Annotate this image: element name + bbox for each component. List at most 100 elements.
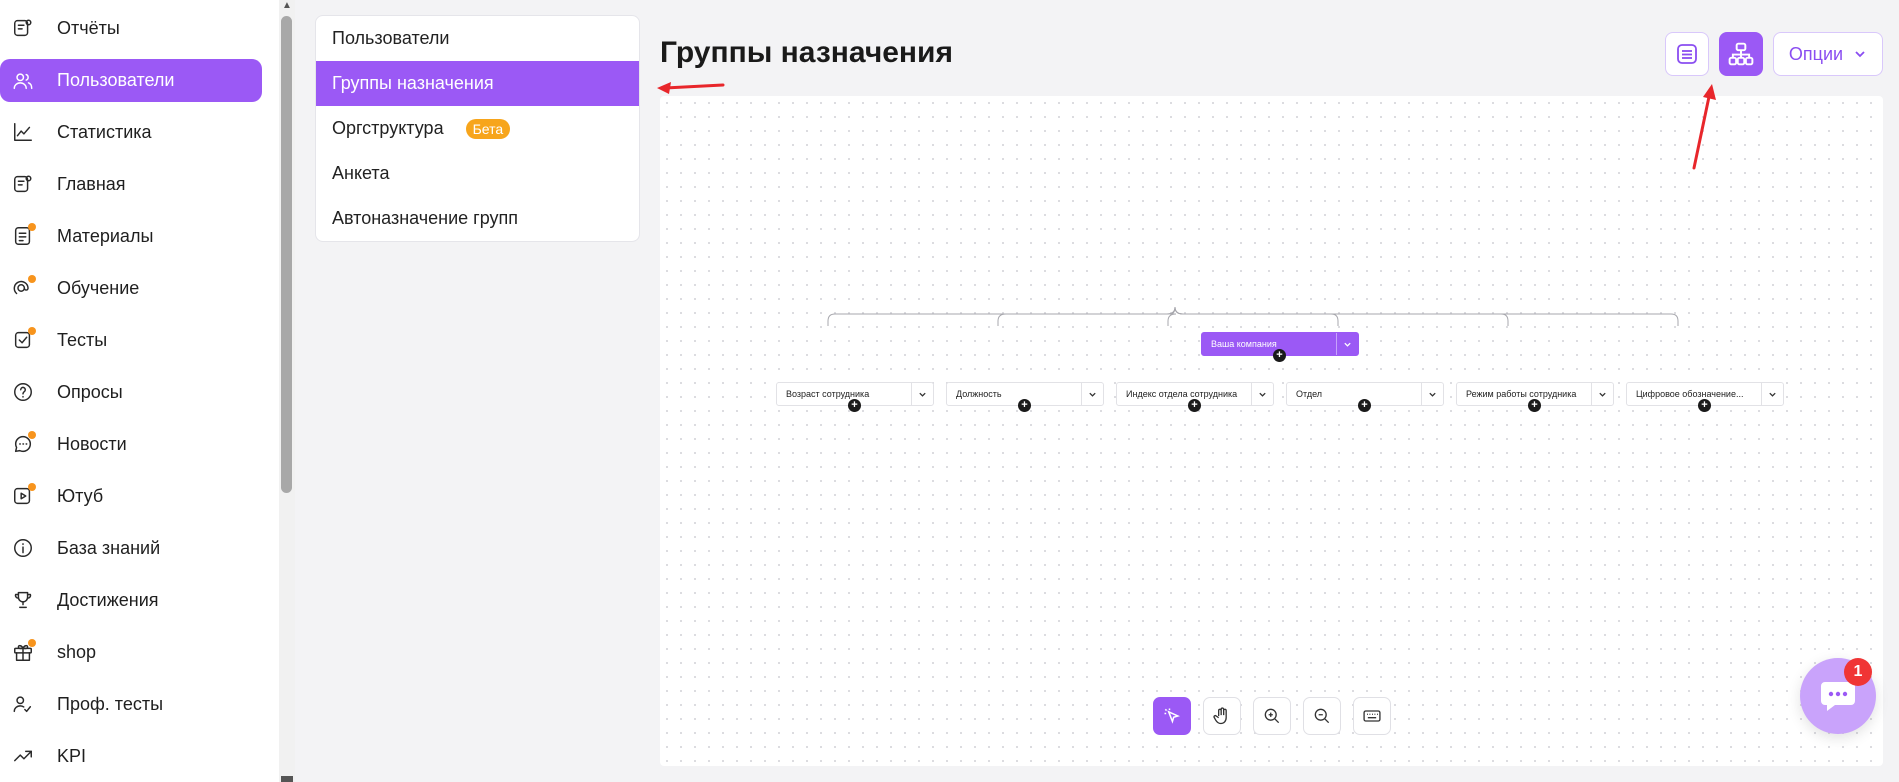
zoom-out-icon bbox=[1314, 708, 1330, 724]
scroll-up-arrow-icon[interactable]: ▲ bbox=[281, 0, 293, 12]
beta-badge: Бета bbox=[465, 118, 511, 139]
canvas-toolbar bbox=[1153, 697, 1391, 735]
sidebar-item-label: Главная bbox=[57, 173, 126, 194]
sidebar-item-label: Отчёты bbox=[57, 17, 120, 38]
sidebar-item-learning[interactable]: Обучение bbox=[0, 262, 262, 314]
sidebar-item-home[interactable]: Главная bbox=[0, 158, 262, 210]
pan-tool-button[interactable] bbox=[1203, 697, 1241, 735]
add-node-icon[interactable]: + bbox=[1188, 399, 1201, 412]
info-icon bbox=[12, 537, 34, 559]
sidebar-item-label: Ютуб bbox=[57, 485, 104, 506]
notification-dot bbox=[28, 639, 36, 647]
sidebar-item-report[interactable]: Отчёты bbox=[0, 2, 262, 54]
chevron-down-icon[interactable] bbox=[1251, 383, 1273, 405]
submenu-item-users[interactable]: Пользователи bbox=[316, 16, 639, 61]
users-icon bbox=[12, 70, 34, 92]
sidebar-item-label: Статистика bbox=[57, 121, 152, 142]
zoom-in-icon bbox=[1264, 708, 1280, 724]
submenu-item-assignment-groups[interactable]: Группы назначения bbox=[316, 61, 639, 106]
notification-dot bbox=[28, 275, 36, 283]
sidebar-nav: Отчёты Пользователи Статистика Главная Матер… bbox=[0, 2, 262, 782]
chat-notification-badge: 1 bbox=[1844, 658, 1872, 686]
list-view-button[interactable] bbox=[1665, 32, 1709, 76]
options-label: Опции bbox=[1788, 43, 1844, 64]
stats-icon bbox=[12, 121, 34, 143]
sidebar-item-label: Достижения bbox=[57, 589, 159, 610]
zoom-in-button[interactable] bbox=[1253, 697, 1291, 735]
scroll-down-arrow-icon[interactable] bbox=[281, 776, 293, 782]
chevron-down-icon[interactable] bbox=[1591, 383, 1613, 405]
sidebar-item-label: Тесты bbox=[57, 329, 108, 350]
list-view-icon bbox=[1677, 44, 1697, 64]
sidebar-item-gift[interactable]: shop bbox=[0, 626, 262, 678]
sidebar-item-youtube[interactable]: Ютуб bbox=[0, 470, 262, 522]
polls-icon bbox=[12, 381, 34, 403]
materials-icon bbox=[12, 223, 36, 247]
chevron-down-icon[interactable] bbox=[1421, 383, 1443, 405]
chevron-down-icon[interactable] bbox=[1761, 383, 1783, 405]
page-title: Группы назначения bbox=[660, 36, 953, 69]
trophy-icon bbox=[12, 589, 34, 611]
add-node-icon[interactable]: + bbox=[1358, 399, 1371, 412]
submenu-item-org-structure[interactable]: Оргструктура Бета bbox=[316, 106, 639, 151]
sidebar-item-label: Материалы bbox=[57, 225, 154, 246]
add-node-icon[interactable]: + bbox=[1273, 349, 1286, 362]
notification-dot bbox=[28, 431, 36, 439]
sidebar-item-label: shop bbox=[57, 641, 97, 662]
scrollbar-thumb[interactable] bbox=[281, 16, 292, 493]
sidebar: Отчёты Пользователи Статистика Главная Матер… bbox=[0, 0, 280, 782]
sidebar-item-label: Обучение bbox=[57, 277, 140, 298]
report-icon bbox=[12, 17, 34, 39]
submenu-item-auto-assign[interactable]: Автоназначение групп bbox=[316, 196, 639, 241]
sidebar-item-trophy[interactable]: Достижения bbox=[0, 574, 262, 626]
org-tree-icon bbox=[1728, 42, 1754, 66]
add-node-icon[interactable]: + bbox=[848, 399, 861, 412]
sidebar-item-polls[interactable]: Опросы bbox=[0, 366, 262, 418]
chevron-down-icon[interactable] bbox=[1081, 383, 1103, 405]
sidebar-item-label: Пользователи bbox=[57, 70, 175, 90]
notification-dot bbox=[28, 223, 36, 231]
submenu-item-questionnaire[interactable]: Анкета bbox=[316, 151, 639, 196]
kpi-icon bbox=[12, 745, 34, 767]
sidebar-item-label: База знаний bbox=[57, 537, 161, 558]
gift-icon bbox=[12, 639, 36, 663]
add-node-icon[interactable]: + bbox=[1698, 399, 1711, 412]
sidebar-item-news[interactable]: Новости bbox=[0, 418, 262, 470]
options-dropdown[interactable]: Опции bbox=[1773, 32, 1883, 76]
chevron-down-icon[interactable] bbox=[911, 383, 933, 405]
sidebar-item-kpi[interactable]: KPI bbox=[0, 730, 262, 782]
tree-connectors bbox=[827, 306, 1679, 326]
notification-dot bbox=[28, 327, 36, 335]
chevron-down-icon bbox=[1855, 51, 1865, 58]
news-icon bbox=[12, 431, 36, 455]
youtube-icon bbox=[12, 483, 36, 507]
sidebar-item-users[interactable]: Пользователи bbox=[0, 59, 262, 102]
tree-view-button[interactable] bbox=[1719, 32, 1763, 76]
zoom-out-button[interactable] bbox=[1303, 697, 1341, 735]
sidebar-item-label: KPI bbox=[57, 745, 87, 766]
sidebar-item-materials[interactable]: Материалы bbox=[0, 210, 262, 262]
sidebar-item-stats[interactable]: Статистика bbox=[0, 106, 262, 158]
sidebar-item-tests[interactable]: Тесты bbox=[0, 314, 262, 366]
org-tree-canvas[interactable]: Ваша компания + Возраст сотрудника + Дол… bbox=[660, 96, 1883, 766]
sidebar-item-info[interactable]: База знаний bbox=[0, 522, 262, 574]
learning-icon bbox=[12, 275, 36, 299]
chevron-down-icon[interactable] bbox=[1336, 333, 1358, 355]
sidebar-item-prof-tests[interactable]: Проф. тесты bbox=[0, 678, 262, 730]
tests-icon bbox=[12, 327, 36, 351]
add-node-icon[interactable]: + bbox=[1528, 399, 1541, 412]
keyboard-shortcuts-button[interactable] bbox=[1353, 697, 1391, 735]
sidebar-item-label: Новости bbox=[57, 433, 127, 454]
app-window: Отчёты Пользователи Статистика Главная Матер… bbox=[0, 0, 1899, 782]
notification-dot bbox=[28, 483, 36, 491]
home-icon bbox=[12, 173, 34, 195]
sidebar-item-label: Проф. тесты bbox=[57, 693, 164, 714]
users-submenu: Пользователи Группы назначения Оргструкт… bbox=[315, 15, 640, 242]
select-tool-button[interactable] bbox=[1153, 697, 1191, 735]
add-node-icon[interactable]: + bbox=[1018, 399, 1031, 412]
sidebar-item-label: Опросы bbox=[57, 381, 123, 402]
prof-tests-icon bbox=[12, 693, 34, 715]
main-content: Группы назначения Опции Ваша компания + … bbox=[660, 0, 1899, 782]
hand-icon bbox=[1213, 707, 1227, 725]
keyboard-icon bbox=[1363, 710, 1381, 722]
